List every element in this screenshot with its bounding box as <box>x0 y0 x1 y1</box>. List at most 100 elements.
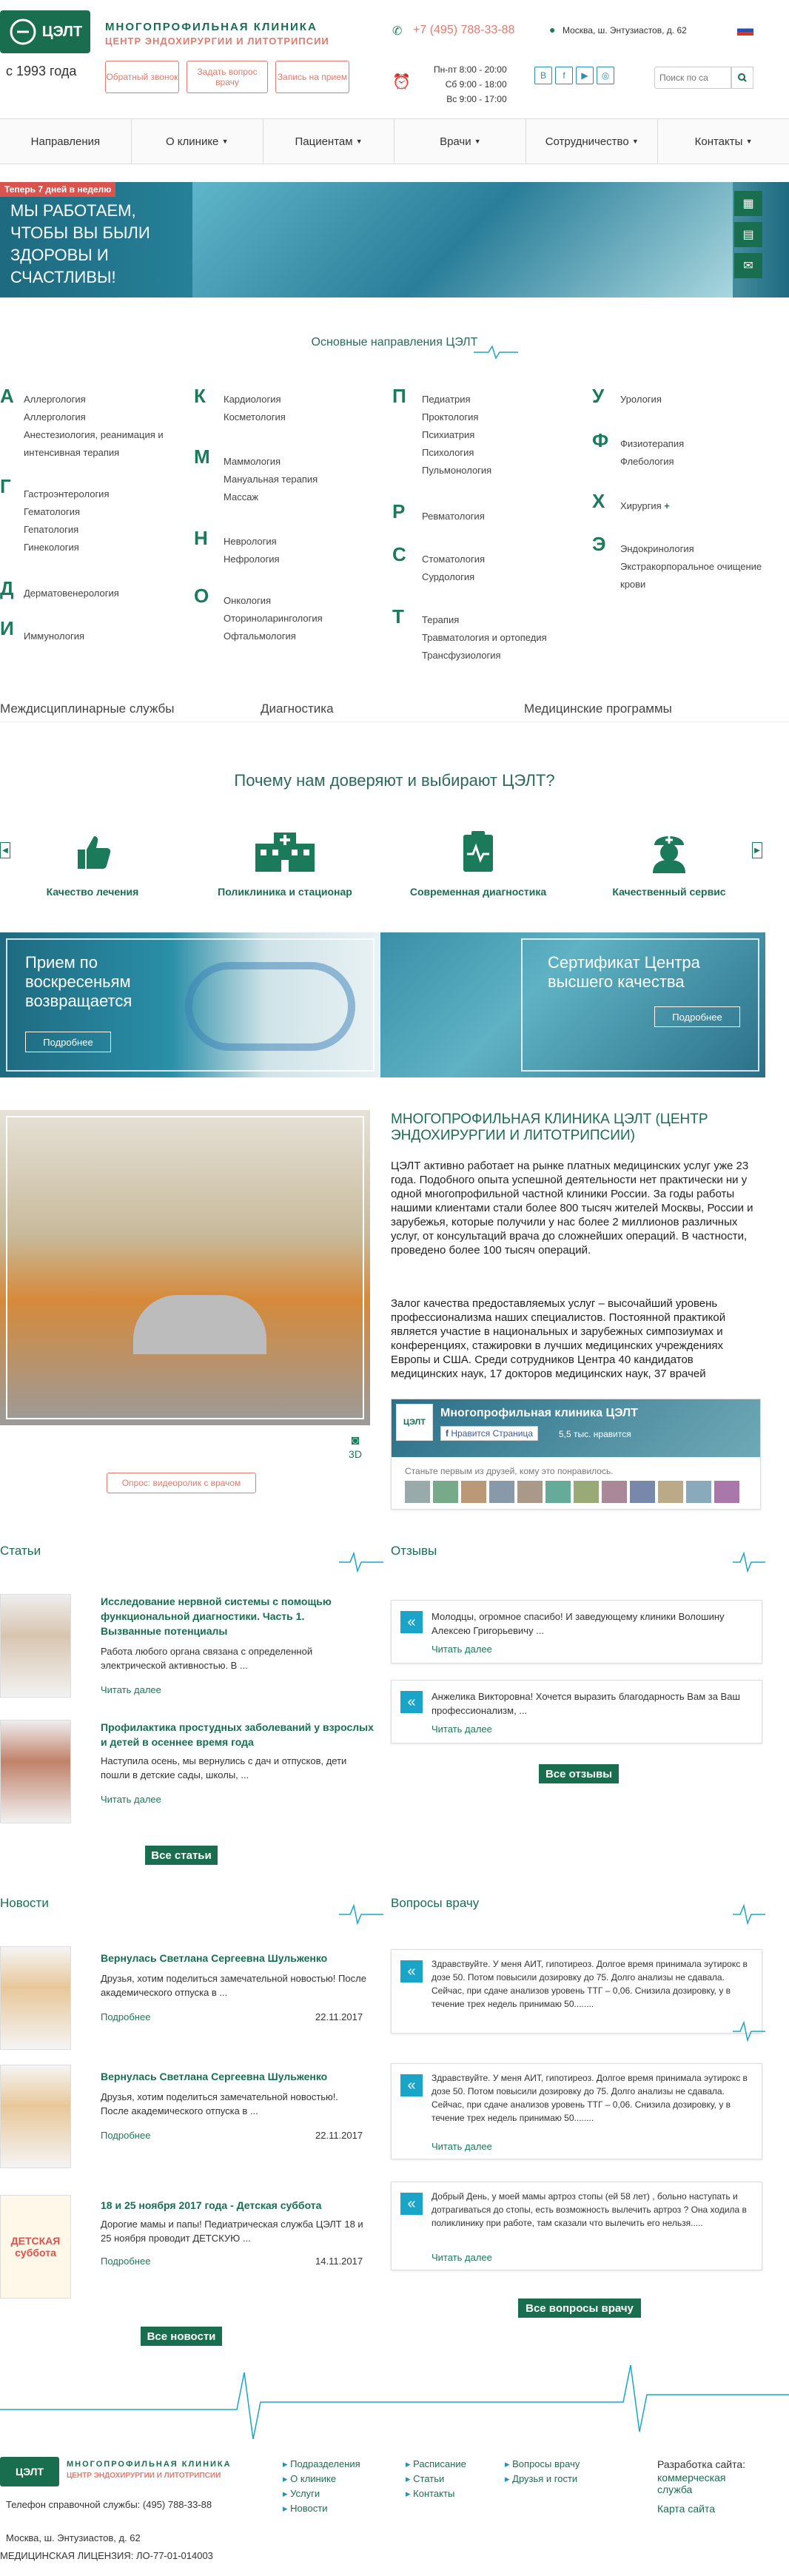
direction-link[interactable]: Оториноларингология <box>224 610 323 628</box>
article-photo[interactable] <box>0 1720 71 1823</box>
news-photo[interactable] <box>0 2065 71 2168</box>
review-more-link[interactable]: Читать далее <box>432 1724 492 1735</box>
chat-icon[interactable]: ✉ <box>734 253 762 278</box>
direction-link[interactable]: Урология <box>620 391 662 408</box>
question-more-link[interactable]: Читать далее <box>432 2141 492 2152</box>
footer-sitemap-link[interactable]: Карта сайта <box>657 2503 715 2515</box>
direction-link[interactable]: Косметология <box>224 408 286 426</box>
promo-more-button[interactable]: Подробнее <box>654 1006 740 1027</box>
footer-link[interactable]: О клинике <box>283 2472 360 2486</box>
news-more-link[interactable]: Подробнее <box>101 2256 150 2267</box>
all-questions-button[interactable]: Все вопросы врачу <box>518 2298 641 2318</box>
direction-link[interactable]: Дерматовенерология <box>24 585 119 602</box>
direction-link[interactable]: Анестезиология, реанимация и <box>24 426 164 444</box>
instagram-icon[interactable]: ◎ <box>597 67 614 84</box>
direction-link[interactable]: Гинекология <box>24 539 109 556</box>
direction-link[interactable]: Гастроэнтерология <box>24 485 109 503</box>
direction-link[interactable]: Кардиология <box>224 391 286 408</box>
nav-about[interactable]: О клинике ▼ <box>132 119 263 164</box>
nav-cooperation[interactable]: Сотрудничество ▼ <box>526 119 659 164</box>
footer-link[interactable]: Расписание <box>406 2457 466 2472</box>
article-title[interactable]: Исследование нервной системы с помощью ф… <box>101 1594 360 1638</box>
direction-link[interactable]: Сурдология <box>422 568 485 586</box>
all-reviews-button[interactable]: Все отзывы <box>539 1764 619 1783</box>
footer-link[interactable]: Друзья и гости <box>505 2472 580 2486</box>
appointment-button[interactable]: Запись на прием <box>275 61 349 93</box>
news-heading[interactable]: 18 и 25 ноября 2017 года - Детская суббо… <box>101 2199 367 2211</box>
tab-interdisciplinary[interactable]: Междисциплинарные службы <box>0 702 174 716</box>
calendar-icon[interactable]: ▦ <box>734 191 762 216</box>
footer-link[interactable]: Услуги <box>283 2486 360 2501</box>
news-heading[interactable]: Вернулась Светлана Сергеевна Шульженко <box>101 2071 367 2082</box>
direction-link[interactable]: интенсивная терапия <box>24 444 164 462</box>
direction-link[interactable]: Эндокринология <box>620 540 762 558</box>
search-button[interactable] <box>731 67 753 89</box>
article-photo[interactable] <box>0 1594 71 1698</box>
plus-icon[interactable]: + <box>664 500 670 511</box>
nav-patients[interactable]: Пациентам ▼ <box>263 119 395 164</box>
direction-link[interactable]: Массаж <box>224 488 318 506</box>
direction-link[interactable]: Аллергология <box>24 408 164 426</box>
question-more-link[interactable]: Читать далее <box>432 2252 492 2263</box>
direction-link[interactable]: Офтальмология <box>224 628 323 645</box>
news-heading[interactable]: Вернулась Светлана Сергеевна Шульженко <box>101 1952 367 1964</box>
vk-icon[interactable]: В <box>534 67 552 84</box>
promo-more-button[interactable]: Подробнее <box>25 1032 111 1052</box>
direction-link[interactable]: Трансфузиология <box>422 647 547 665</box>
ask-doctor-button[interactable]: Задать вопрос врачу <box>187 61 268 93</box>
3d-tour-icon[interactable]: ◙ 3D <box>342 1433 369 1460</box>
direction-link[interactable]: Экстракорпоральное очищение <box>620 558 762 576</box>
direction-link[interactable]: Аллергология <box>24 391 164 408</box>
direction-link[interactable]: Стоматология <box>422 551 485 568</box>
news-more-link[interactable]: Подробнее <box>101 2130 150 2141</box>
direction-link[interactable]: Гепатология <box>24 521 109 539</box>
language-flag-icon[interactable] <box>737 25 753 36</box>
direction-link[interactable]: Гематология <box>24 503 109 521</box>
direction-link[interactable]: Физиотерапия <box>620 435 684 453</box>
footer-link[interactable]: Статьи <box>406 2472 466 2486</box>
promo-certificate[interactable]: Сертификат Центра высшего качества Подро… <box>380 932 765 1077</box>
direction-link[interactable]: Иммунология <box>24 628 84 645</box>
fb-page-name[interactable]: Многопрофильная клиника ЦЭЛТ <box>440 1407 638 1420</box>
callback-button[interactable]: Обратный звонок <box>105 61 179 93</box>
fb-like-button[interactable]: f Нравится Страница <box>440 1426 539 1441</box>
footer-dev-name[interactable]: коммерческая служба <box>657 2472 753 2495</box>
logo-mark[interactable]: ЦЭЛТ <box>0 10 90 53</box>
youtube-icon[interactable]: ▶ <box>576 67 594 84</box>
footer-link[interactable]: Вопросы врачу <box>505 2457 580 2472</box>
direction-link[interactable]: Терапия <box>422 611 547 629</box>
direction-link[interactable]: Онкология <box>224 592 323 610</box>
promo-sundays[interactable]: Прием по воскресеньям возвращается Подро… <box>0 932 380 1077</box>
tab-programs[interactable]: Медицинские программы <box>524 702 672 716</box>
footer-link[interactable]: Контакты <box>406 2486 466 2501</box>
direction-link[interactable]: крови <box>620 576 762 593</box>
article-more-link[interactable]: Читать далее <box>101 1684 161 1695</box>
nav-doctors[interactable]: Врачи ▼ <box>394 119 527 164</box>
direction-link[interactable]: Психиатрия <box>422 426 491 444</box>
footer-link[interactable]: Подразделения <box>283 2457 360 2472</box>
direction-link[interactable]: Травматология и ортопедия <box>422 629 547 647</box>
footer-link[interactable]: Новости <box>283 2501 360 2516</box>
search-input[interactable] <box>654 67 731 89</box>
direction-link[interactable]: Мануальная терапия <box>224 471 318 488</box>
nav-contacts[interactable]: Контакты ▼ <box>658 119 789 164</box>
news-photo[interactable] <box>0 1946 71 2050</box>
facebook-icon[interactable]: f <box>555 67 573 84</box>
news-photo[interactable]: ДЕТСКАЯ суббота <box>0 2195 71 2298</box>
direction-link[interactable]: Психология <box>422 444 491 462</box>
tab-diagnostics[interactable]: Диагностика <box>261 702 334 716</box>
direction-link[interactable]: Неврология <box>224 533 280 551</box>
direction-link[interactable]: Пульмонология <box>422 462 491 480</box>
all-articles-button[interactable]: Все статьи <box>145 1846 218 1865</box>
news-more-link[interactable]: Подробнее <box>101 2011 150 2022</box>
article-title[interactable]: Профилактика простудных заболеваний у вз… <box>101 1720 375 1749</box>
direction-link[interactable]: Хирургия <box>620 500 662 511</box>
clipboard-icon[interactable]: ▤ <box>734 222 762 247</box>
direction-link[interactable]: Проктология <box>422 408 491 426</box>
survey-video-button[interactable]: Опрос: видеоролик с врачом <box>107 1473 256 1493</box>
direction-link[interactable]: Маммология <box>224 453 318 471</box>
carousel-next-icon[interactable]: ▶ <box>752 842 762 858</box>
direction-link[interactable]: Педиатрия <box>422 391 491 408</box>
phone-number[interactable]: +7 (495) 788-33-88 <box>413 24 514 37</box>
all-news-button[interactable]: Все новости <box>141 2327 222 2346</box>
